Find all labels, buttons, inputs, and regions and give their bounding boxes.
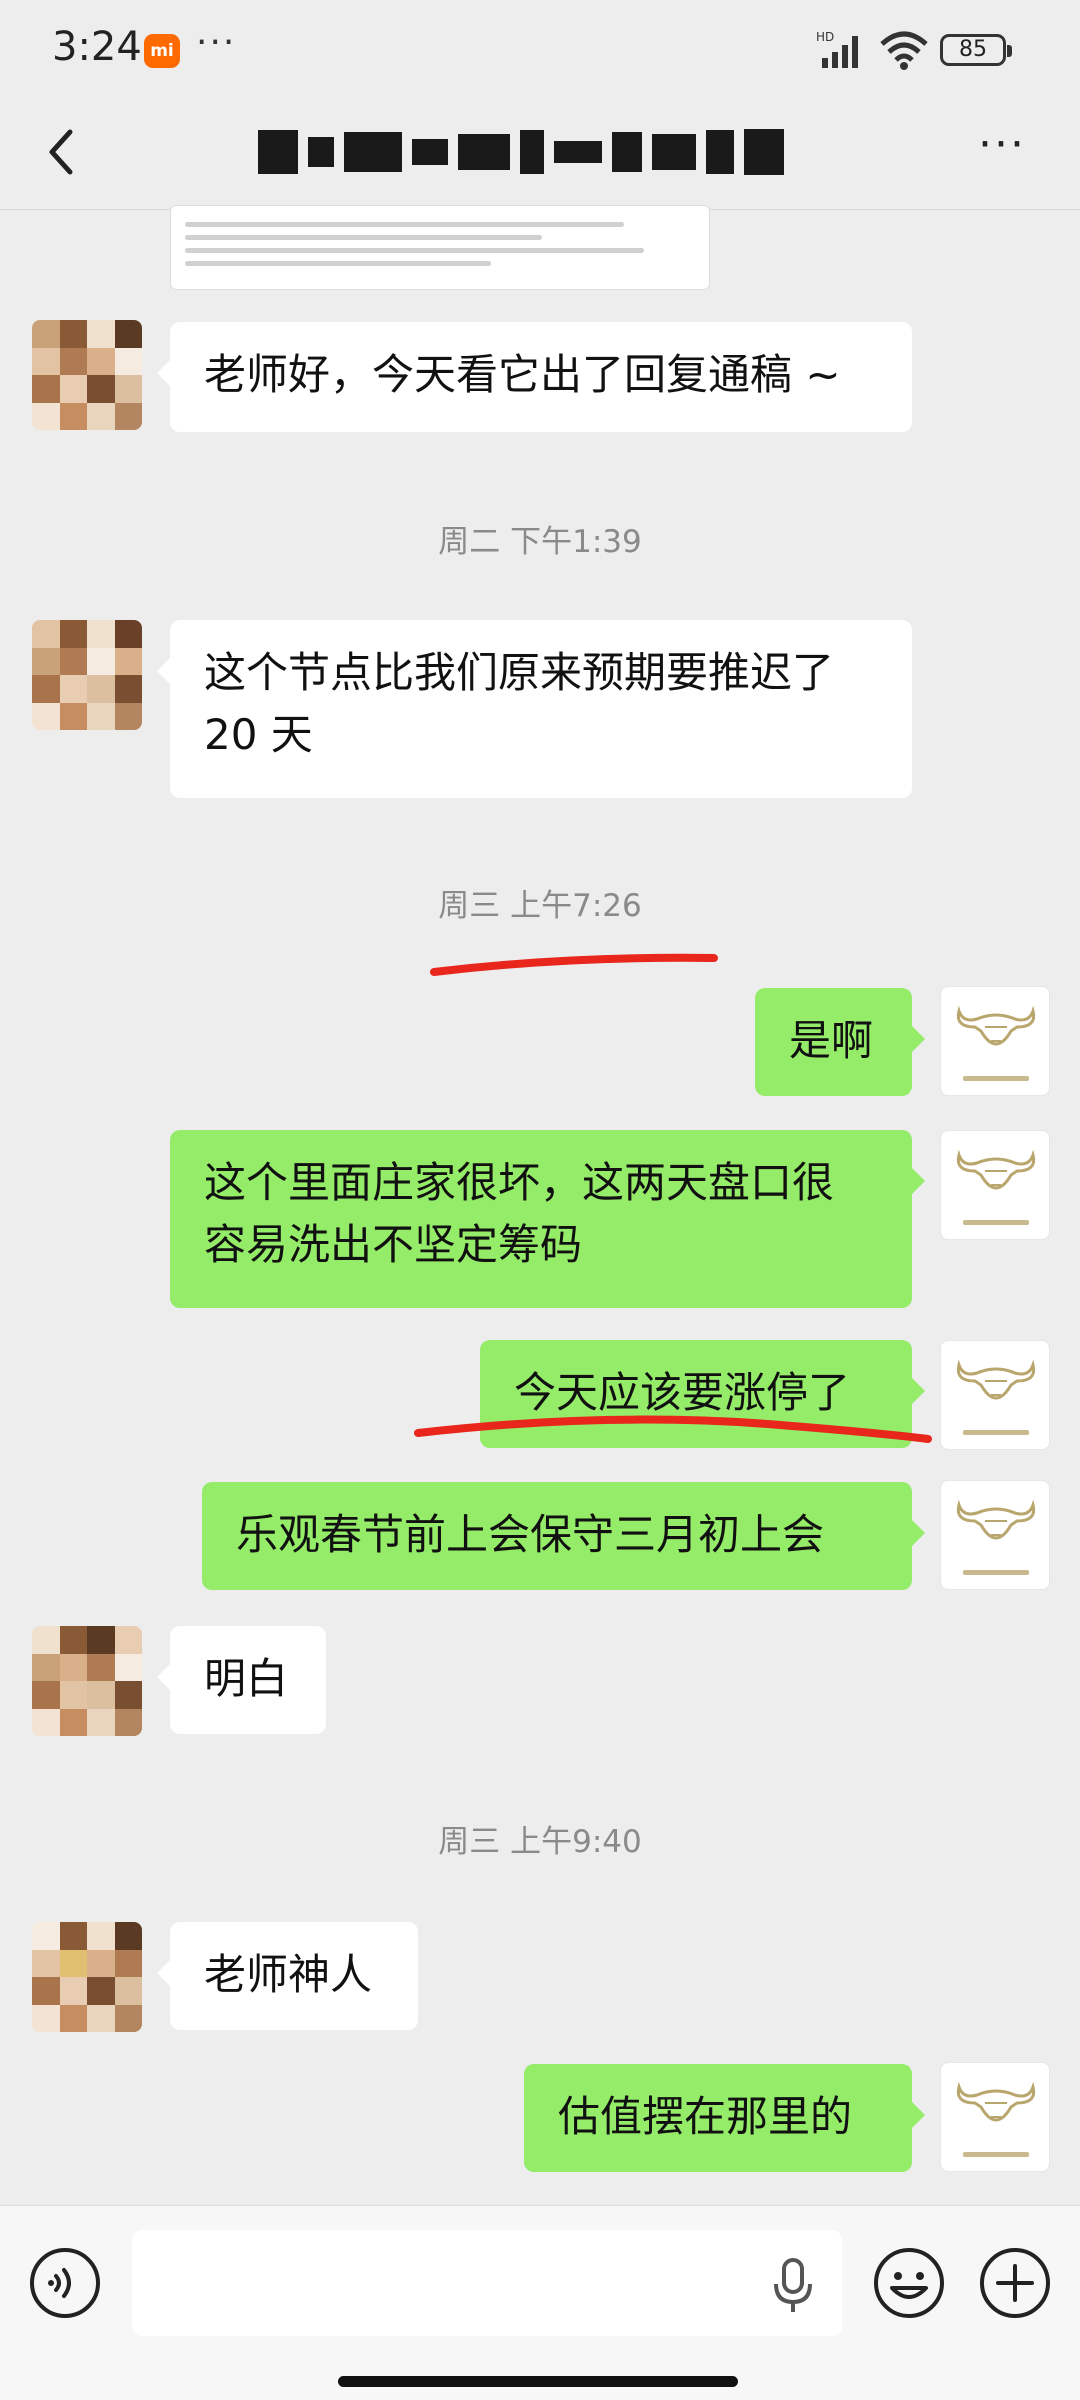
status-bar: 3:24 mi ··· HD 85: [0, 0, 1080, 100]
message-bubble[interactable]: 乐观春节前上会保守三月初上会: [202, 1482, 925, 1590]
message-text: 是啊: [789, 1016, 874, 1065]
shared-image-preview[interactable]: [170, 205, 710, 290]
self-avatar[interactable]: [940, 1130, 1050, 1240]
message-bubble[interactable]: 明白: [157, 1626, 326, 1734]
message-text-line: 容易洗出不坚定筹码: [204, 1220, 583, 1269]
self-avatar[interactable]: [940, 1340, 1050, 1450]
message-bubble[interactable]: 老师好，今天看它出了回复通稿 ~: [157, 322, 912, 432]
back-icon[interactable]: [38, 122, 88, 182]
signal-icon: HD: [816, 30, 858, 68]
message-bubble[interactable]: 老师神人: [157, 1922, 418, 2030]
message-bubble[interactable]: 这个里面庄家很坏，这两天盘口很 容易洗出不坚定筹码: [170, 1130, 925, 1308]
bull-logo-icon: [956, 1359, 1036, 1400]
self-avatar[interactable]: [940, 986, 1050, 1096]
bull-logo-icon: [956, 1149, 1036, 1190]
message-text-line: 20 天: [204, 710, 313, 759]
bull-logo-icon: [956, 1005, 1036, 1046]
message-bubble[interactable]: 今天应该要涨停了: [480, 1340, 925, 1448]
input-bar: [0, 2205, 1080, 2400]
contact-avatar[interactable]: [32, 620, 142, 730]
plus-icon[interactable]: [978, 2246, 1052, 2320]
contact-avatar[interactable]: [32, 320, 142, 430]
message-bubble[interactable]: 是啊: [755, 988, 925, 1096]
message-text-line: 这个里面庄家很坏，这两天盘口很: [204, 1158, 835, 1207]
battery-indicator: 85: [940, 34, 1012, 66]
network-label: HD: [816, 30, 834, 44]
message-text: 估值摆在那里的: [558, 2092, 853, 2141]
message-input[interactable]: [132, 2230, 842, 2336]
self-avatar[interactable]: [940, 1480, 1050, 1590]
message-text: 今天应该要涨停了: [514, 1368, 851, 1417]
message-text: 乐观春节前上会保守三月初上会: [236, 1510, 825, 1559]
chat-header: ···: [0, 100, 1080, 210]
mic-icon[interactable]: [770, 2256, 816, 2316]
home-indicator[interactable]: [338, 2376, 738, 2387]
message-text: 老师神人: [204, 1950, 373, 1999]
notification-dots: ···: [196, 22, 237, 63]
message-text: 老师好，今天看它出了回复通稿 ~: [204, 350, 841, 399]
voice-input-icon[interactable]: [28, 2246, 102, 2320]
wifi-icon: [880, 31, 928, 70]
message-bubble[interactable]: 估值摆在那里的: [524, 2064, 925, 2172]
timestamp: 周三 上午9:40: [438, 1824, 642, 1860]
emoji-icon[interactable]: [872, 2246, 946, 2320]
contact-name-redacted: [258, 122, 818, 182]
message-text-line: 这个节点比我们原来预期要推迟了: [204, 648, 835, 697]
contact-avatar[interactable]: [32, 1922, 142, 2032]
timestamp: 周三 上午7:26: [438, 888, 642, 924]
more-options-icon[interactable]: ···: [972, 123, 1032, 170]
red-underline-annotation: [430, 953, 718, 976]
bull-logo-icon: [956, 1499, 1036, 1540]
timestamp: 周二 下午1:39: [438, 524, 642, 560]
self-avatar[interactable]: [940, 2062, 1050, 2172]
bull-logo-icon: [956, 2081, 1036, 2122]
brand-badge: mi: [144, 34, 180, 68]
message-bubble[interactable]: 这个节点比我们原来预期要推迟了 20 天: [157, 620, 912, 798]
message-text: 明白: [204, 1654, 289, 1703]
status-time: 3:24: [52, 24, 142, 70]
contact-avatar[interactable]: [32, 1626, 142, 1736]
